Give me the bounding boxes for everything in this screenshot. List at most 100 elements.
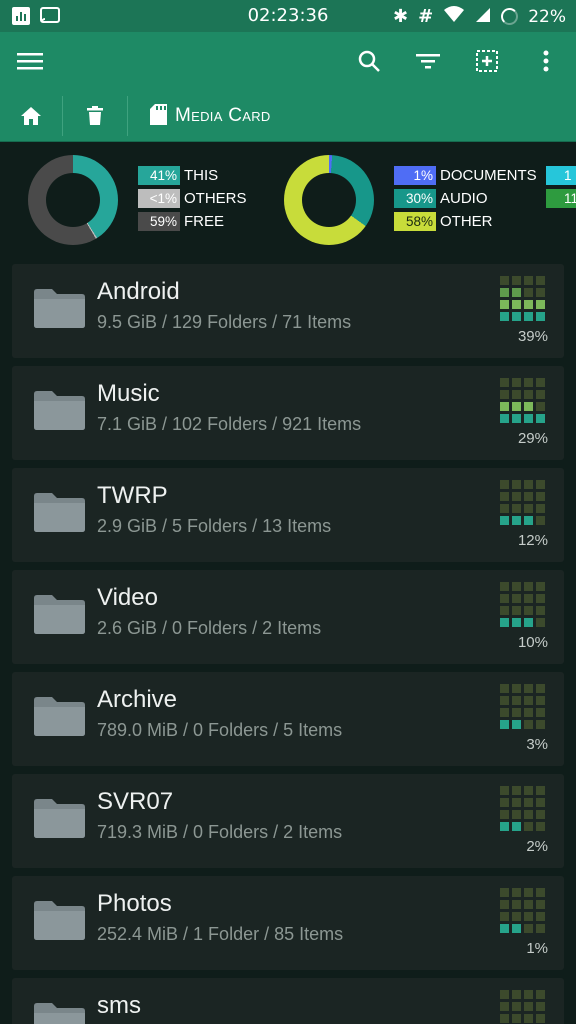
usage-cell bbox=[500, 1014, 509, 1023]
trash-icon[interactable] bbox=[86, 99, 104, 133]
usage-cell bbox=[500, 888, 509, 897]
usage-cell bbox=[500, 414, 509, 423]
usage-cell bbox=[536, 276, 545, 285]
folder-details: 719.3 MiB / 0 Folders / 2 Items bbox=[97, 822, 343, 842]
breadcrumb-media-card[interactable]: Media Card bbox=[150, 99, 271, 133]
folder-icon bbox=[32, 900, 86, 940]
usage-cell bbox=[500, 276, 509, 285]
usage-cell bbox=[500, 516, 509, 525]
usage-cell bbox=[536, 810, 545, 819]
folder-icon bbox=[32, 492, 86, 532]
usage-cell bbox=[512, 582, 521, 591]
usage-cell bbox=[536, 288, 545, 297]
usage-cell bbox=[536, 312, 545, 321]
folder-name: Android bbox=[97, 278, 180, 305]
usage-cell bbox=[524, 684, 533, 693]
usage-cell bbox=[512, 810, 521, 819]
usage-cell bbox=[500, 810, 509, 819]
filetype-donut-chart bbox=[284, 155, 374, 245]
usage-cell bbox=[512, 1002, 521, 1011]
more-vert-icon[interactable] bbox=[529, 44, 563, 78]
folder-row[interactable]: Video 2.6 GiB / 0 Folders / 2 Items 10% bbox=[12, 570, 564, 664]
usage-cell bbox=[512, 720, 521, 729]
breadcrumb: Media Card bbox=[0, 90, 576, 142]
usage-cell bbox=[536, 1014, 545, 1023]
usage-cell bbox=[524, 312, 533, 321]
usage-cell bbox=[512, 516, 521, 525]
usage-cell bbox=[500, 924, 509, 933]
usage-grid bbox=[500, 786, 548, 834]
usage-cell bbox=[512, 300, 521, 309]
usage-cell bbox=[524, 288, 533, 297]
search-icon[interactable] bbox=[352, 44, 386, 78]
folder-details: 9.5 GiB / 129 Folders / 71 Items bbox=[97, 312, 352, 332]
usage-cell bbox=[536, 606, 545, 615]
usage-cell bbox=[500, 798, 509, 807]
usage-cell bbox=[512, 1014, 521, 1023]
usage-cell bbox=[500, 606, 509, 615]
status-bar: 02:23:36 ✱ # 22% bbox=[0, 0, 576, 32]
usage-cell bbox=[512, 594, 521, 603]
folder-name: TWRP bbox=[97, 482, 168, 509]
home-icon[interactable] bbox=[20, 99, 42, 133]
usage-cell bbox=[524, 276, 533, 285]
legend-label: FREE bbox=[184, 213, 225, 230]
usage-cell bbox=[524, 390, 533, 399]
folder-icon bbox=[32, 594, 86, 634]
usage-cell bbox=[524, 924, 533, 933]
breadcrumb-divider bbox=[62, 96, 63, 136]
battery-percent: 22% bbox=[528, 6, 566, 27]
legend-value: 11 bbox=[546, 189, 576, 208]
usage-cell bbox=[524, 618, 533, 627]
usage-cell bbox=[500, 990, 509, 999]
folder-row[interactable]: Music 7.1 GiB / 102 Folders / 921 Items 29… bbox=[12, 366, 564, 460]
legend-value: 41% bbox=[138, 166, 180, 185]
folder-row[interactable]: sms bbox=[12, 978, 564, 1024]
usage-cell bbox=[524, 900, 533, 909]
usage-cell bbox=[500, 684, 509, 693]
usage-cell bbox=[536, 390, 545, 399]
folder-row[interactable]: Photos 252.4 MiB / 1 Folder / 85 Items 1% bbox=[12, 876, 564, 970]
legend-label: OTHERS bbox=[184, 190, 247, 207]
folder-row[interactable]: Archive 789.0 MiB / 0 Folders / 5 Items 3% bbox=[12, 672, 564, 766]
legend-label: OTHER bbox=[440, 213, 493, 230]
folder-name: Video bbox=[97, 584, 158, 611]
usage-cell bbox=[500, 378, 509, 387]
usage-cell bbox=[524, 402, 533, 411]
menu-icon[interactable] bbox=[13, 44, 47, 78]
usage-cell bbox=[524, 582, 533, 591]
usage-cell bbox=[512, 480, 521, 489]
folder-name: Music bbox=[97, 380, 160, 407]
usage-grid bbox=[500, 378, 548, 426]
folder-name: Photos bbox=[97, 890, 172, 917]
filter-icon[interactable] bbox=[411, 44, 445, 78]
usage-cell bbox=[536, 378, 545, 387]
folder-percent: 39% bbox=[517, 328, 548, 345]
legend-value: <1% bbox=[138, 189, 180, 208]
folder-details: 252.4 MiB / 1 Folder / 85 Items bbox=[97, 924, 344, 944]
folder-name: sms bbox=[97, 992, 141, 1019]
usage-cell bbox=[512, 990, 521, 999]
usage-cell bbox=[500, 402, 509, 411]
usage-cell bbox=[524, 492, 533, 501]
folder-row[interactable]: TWRP 2.9 GiB / 5 Folders / 13 Items 12% bbox=[12, 468, 564, 562]
usage-cell bbox=[512, 390, 521, 399]
usage-cell bbox=[500, 288, 509, 297]
legend-entry: 58% OTHER bbox=[394, 212, 537, 231]
usage-cell bbox=[524, 516, 533, 525]
folder-details: 7.1 GiB / 102 Folders / 921 Items bbox=[97, 414, 362, 434]
battery-icon bbox=[501, 8, 519, 25]
legend-value: 30% bbox=[394, 189, 436, 208]
usage-cell bbox=[536, 990, 545, 999]
usage-grid bbox=[500, 684, 548, 732]
legend-label: DOCUMENTS bbox=[440, 167, 537, 184]
legend-entry: <1% OTHERS bbox=[138, 189, 247, 208]
folder-percent: 29% bbox=[517, 430, 548, 447]
usage-cell bbox=[500, 708, 509, 717]
folder-percent: 3% bbox=[526, 736, 548, 753]
usage-cell bbox=[536, 912, 545, 921]
folder-row[interactable]: Android 9.5 GiB / 129 Folders / 71 Items 3… bbox=[12, 264, 564, 358]
folder-row[interactable]: SVR07 719.3 MiB / 0 Folders / 2 Items 2% bbox=[12, 774, 564, 868]
select-icon[interactable] bbox=[470, 44, 504, 78]
usage-cell bbox=[512, 618, 521, 627]
